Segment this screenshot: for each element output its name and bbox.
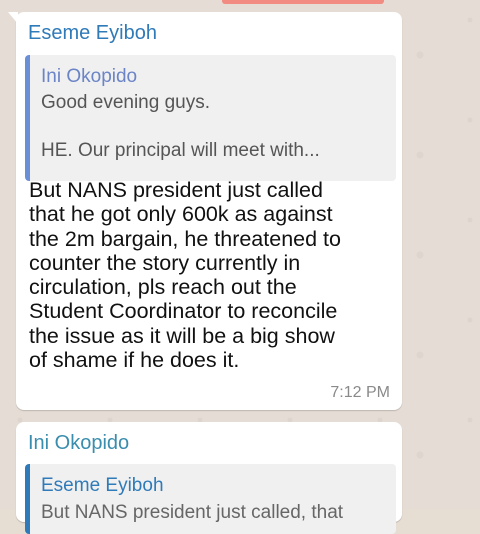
message-text: But NANS president just called that he g… xyxy=(29,178,394,372)
quoted-message[interactable]: Eseme Eyiboh But NANS president just cal… xyxy=(25,464,396,534)
quoted-author: Eseme Eyiboh xyxy=(41,475,164,496)
message-line: But NANS president just called xyxy=(29,178,323,202)
quoted-text-line: But NANS president just called, that xyxy=(41,502,344,523)
message-line: counter the story currently in xyxy=(29,250,301,275)
quoted-text-line: HE. Our principal will meet with... xyxy=(41,140,320,161)
message-line: of shame if he does it. xyxy=(29,348,240,373)
message-line: the 2m bargain, he threatened to xyxy=(29,226,341,251)
quoted-text-line: Good evening guys. xyxy=(41,92,211,113)
sender-name[interactable]: Ini Okopido xyxy=(28,432,129,455)
top-unread-indicator xyxy=(222,0,384,4)
sender-name[interactable]: Eseme Eyiboh xyxy=(28,22,157,45)
message-line: circulation, pls reach out the xyxy=(29,275,297,300)
quoted-author: Ini Okopido xyxy=(41,66,138,87)
message-line: Student Coordinator to reconcile xyxy=(29,299,338,324)
message-line: that he got only 600k as against xyxy=(29,202,333,227)
message-bubble[interactable]: Eseme Eyiboh Ini Okopido Good evening gu… xyxy=(8,12,402,410)
message-timestamp: 7:12 PM xyxy=(330,384,390,401)
message-bubble[interactable]: Ini Okopido Eseme Eyiboh But NANS presid… xyxy=(16,422,402,534)
quoted-message[interactable]: Ini Okopido Good evening guys. HE. Our p… xyxy=(25,55,396,181)
message-line: the issue as it will be a big show xyxy=(29,323,335,348)
